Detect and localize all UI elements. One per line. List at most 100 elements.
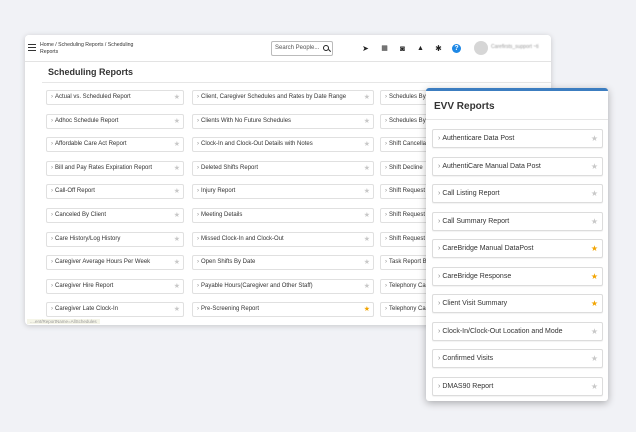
report-item-label: CareBridge Response [442,272,512,280]
favorite-star-icon[interactable]: ★ [591,323,598,340]
report-item[interactable]: › Clock-In and Clock-Out Details with Not… [192,137,374,153]
report-item[interactable]: › Clients With No Future Schedules ★ [192,113,374,129]
report-item-label: Shift Request [389,188,426,195]
favorite-star-icon[interactable]: ★ [364,303,370,316]
favorite-star-icon[interactable]: ★ [591,130,598,147]
chevron-right-icon: › [438,382,441,390]
report-item[interactable]: › Meeting Details ★ [192,207,374,223]
report-item[interactable]: › Authenticare Data Post ★ [432,129,603,148]
report-item[interactable]: › Deleted Shifts Report ★ [192,160,374,176]
favorite-star-icon[interactable]: ★ [591,213,598,230]
avatar[interactable] [474,41,488,55]
report-item[interactable]: › Caregiver Average Hours Per Week ★ [46,255,184,271]
evv-reports-panel: EVV Reports › Authenticare Data Post ★ › Aut… [426,88,608,401]
report-item[interactable]: › DMAS90 Report ★ [432,376,603,396]
report-item-label: Pre-Screening Report [201,306,260,313]
search-icon[interactable] [323,45,329,51]
report-item-label: Shift Cancella [389,141,427,148]
chevron-right-icon: › [438,245,441,252]
favorite-star-icon[interactable]: ★ [174,209,180,222]
chevron-right-icon: › [51,259,53,266]
report-item-label: Authenticare Data Post [442,135,515,142]
favorite-star-icon[interactable]: ★ [364,138,370,151]
chevron-right-icon: › [51,282,53,289]
chevron-right-icon: › [51,188,53,195]
report-item[interactable]: › Caregiver Late Clock-In ★ [46,302,184,318]
chevron-right-icon: › [438,300,441,307]
report-item-label: Care History/Log History [55,235,121,242]
report-item[interactable]: › Canceled By Client ★ [46,207,184,223]
favorite-star-icon[interactable]: ★ [174,185,180,198]
favorite-star-icon[interactable]: ★ [364,233,370,246]
report-item[interactable]: › Client, Caregiver Schedules and Rates b… [192,90,374,105]
chevron-right-icon: › [51,211,53,218]
favorite-star-icon[interactable]: ★ [364,162,370,175]
help-icon[interactable]: ? [452,44,461,53]
favorite-star-icon[interactable]: ★ [174,162,180,175]
report-item[interactable]: › CareBridge Response ★ [432,266,603,286]
favorite-star-icon[interactable]: ★ [591,350,598,367]
report-item[interactable]: › Call Summary Report ★ [432,211,603,231]
report-item-label: Open Shifts By Date [201,259,256,266]
report-item[interactable]: › AuthentiCare Manual Data Post ★ [432,156,603,176]
favorite-star-icon[interactable]: ★ [591,378,598,395]
report-item[interactable]: › Injury Report ★ [192,184,374,200]
favorite-star-icon[interactable]: ★ [364,256,370,269]
report-item-label: Actual vs. Scheduled Report [55,94,131,100]
favorite-star-icon[interactable]: ★ [364,91,370,104]
report-item[interactable]: › Adhoc Schedule Report ★ [46,113,184,129]
chevron-right-icon: › [51,141,53,148]
search-input[interactable]: Search People... [271,41,333,56]
favorite-star-icon[interactable]: ★ [591,158,598,175]
report-item[interactable]: › Bill and Pay Rates Expiration Report ★ [46,160,184,176]
favorite-star-icon[interactable]: ★ [174,256,180,269]
report-item[interactable]: › Caregiver Hire Report ★ [46,278,184,294]
report-item[interactable]: › Affordable Care Act Report ★ [46,137,184,153]
favorite-star-icon[interactable]: ★ [591,295,598,312]
report-item-label: Call Summary Report [442,217,510,225]
report-item[interactable]: › Open Shifts By Date ★ [192,255,374,271]
report-item-label: Caregiver Average Hours Per Week [55,259,151,266]
breadcrumb[interactable]: Home / Scheduling Reports / Scheduling R… [40,42,150,56]
favorite-star-icon[interactable]: ★ [591,185,598,202]
user-name[interactable]: Carefirsts_support ~ti [491,44,539,50]
favorite-star-icon[interactable]: ★ [174,280,180,293]
report-item[interactable]: › CareBridge Manual DataPost ★ [432,239,603,258]
report-item[interactable]: › Confirmed Visits ★ [432,349,603,368]
favorite-star-icon[interactable]: ★ [591,268,598,285]
favorite-star-icon[interactable]: ★ [364,115,370,128]
favorite-star-icon[interactable]: ★ [174,115,180,128]
report-item[interactable]: › Client Visit Summary ★ [432,294,603,313]
report-item[interactable]: › Call Listing Report ★ [432,184,603,203]
report-item-label: Task Report B [389,259,427,266]
menu-icon[interactable] [28,44,36,51]
report-column-1: › Actual vs. Scheduled Report ★ › Adhoc Sche… [46,90,184,325]
report-item[interactable]: › Pre-Screening Report ★ [192,302,374,318]
favorite-star-icon[interactable]: ★ [364,280,370,293]
report-item[interactable]: › Payable Hours(Caregiver and Other Staff… [192,278,374,294]
favorite-star-icon[interactable]: ★ [174,138,180,151]
contact-card-icon[interactable]: ◙ [398,44,407,53]
report-item-label: Deleted Shifts Report [201,164,259,171]
report-item[interactable]: › Care History/Log History ★ [46,231,184,247]
bell-icon[interactable]: ▲ [416,44,425,53]
status-url: ....ent/ReportName=AllSchedules [27,319,100,324]
favorite-star-icon[interactable]: ★ [364,185,370,198]
report-item[interactable]: › Missed Clock-In and Clock-Out ★ [192,231,374,247]
chevron-right-icon: › [438,355,441,362]
favorite-star-icon[interactable]: ★ [591,240,598,257]
report-item[interactable]: › Call-Off Report ★ [46,184,184,200]
favorite-star-icon[interactable]: ★ [364,209,370,222]
rocket-icon[interactable]: ➤ [361,44,370,53]
report-item[interactable]: › Clock-In/Clock-Out Location and Mode ★ [432,321,603,341]
calendar-icon[interactable]: ▦ [380,44,389,53]
favorite-star-icon[interactable]: ★ [174,233,180,246]
favorite-star-icon[interactable]: ★ [174,303,180,316]
report-item-label: Canceled By Client [55,211,107,218]
report-item-label: Injury Report [201,188,236,195]
chevron-right-icon: › [385,306,387,313]
gear-icon[interactable]: ✱ [434,44,443,53]
report-item[interactable]: › Actual vs. Scheduled Report ★ [46,90,184,105]
favorite-star-icon[interactable]: ★ [174,91,180,104]
report-item-label: Caregiver Late Clock-In [55,306,119,313]
